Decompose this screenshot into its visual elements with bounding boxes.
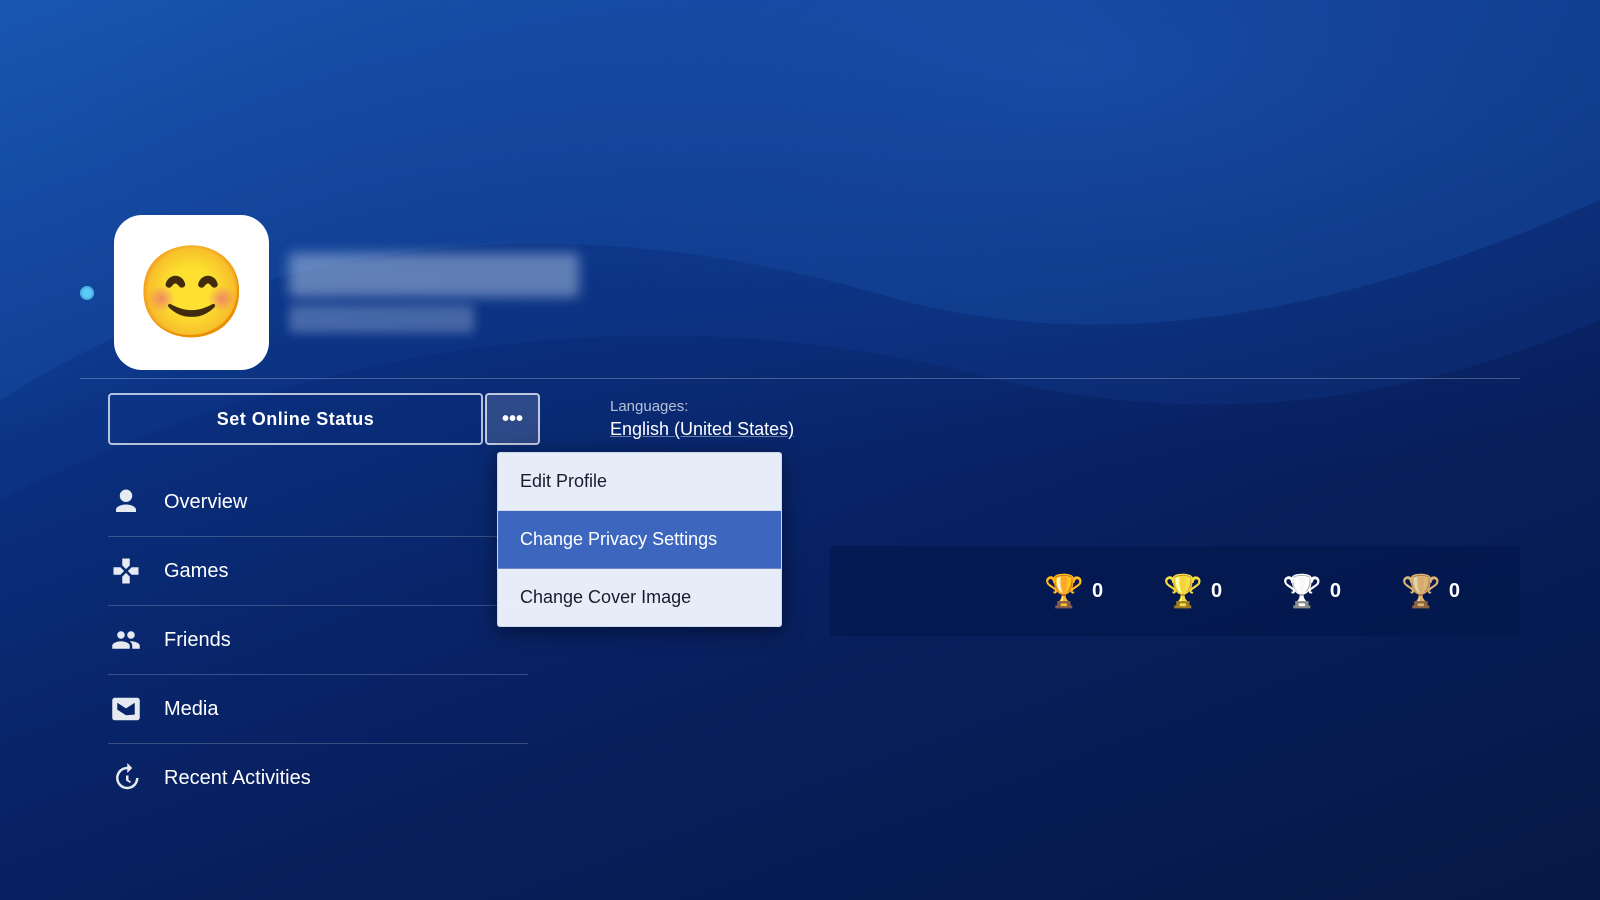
sidebar-item-recent-activities-label: Recent Activities: [164, 767, 311, 790]
psn-id-blurred: [289, 305, 474, 333]
games-icon: [108, 553, 144, 589]
languages-section: Languages: English (United States): [610, 398, 794, 440]
user-info: [289, 253, 579, 333]
friends-icon: [108, 622, 144, 658]
languages-value: English (United States): [610, 419, 794, 440]
bronze-trophy-count: 0: [1449, 580, 1460, 603]
profile-divider: [80, 378, 1520, 379]
sidebar-item-friends[interactable]: Friends: [108, 606, 528, 675]
online-status-dot: [80, 286, 94, 300]
silver-trophy-count: 0: [1330, 580, 1341, 603]
media-icon: [108, 691, 144, 727]
username-blurred: [289, 253, 579, 297]
platinum-trophy: 🏆 0: [1044, 572, 1103, 610]
sidebar-item-friends-label: Friends: [164, 629, 231, 652]
sidebar-item-games-label: Games: [164, 560, 228, 583]
action-buttons-row: Set Online Status •••: [108, 393, 540, 445]
gold-trophy-count: 0: [1211, 580, 1222, 603]
dropdown-menu: Edit Profile Change Privacy Settings Cha…: [497, 452, 782, 627]
dropdown-item-edit-profile[interactable]: Edit Profile: [498, 453, 781, 511]
gold-trophy: 🏆 0: [1163, 572, 1222, 610]
dropdown-item-change-cover-image[interactable]: Change Cover Image: [498, 569, 781, 626]
sidebar-item-overview-label: Overview: [164, 491, 247, 514]
bronze-trophy: 🏆 0: [1401, 572, 1460, 610]
avatar-section: 😊: [80, 215, 579, 370]
set-online-status-button[interactable]: Set Online Status: [108, 393, 483, 445]
platinum-trophy-count: 0: [1092, 580, 1103, 603]
main-content: 😊 Set Online Status ••• Languages: Engli…: [0, 0, 1600, 900]
more-options-button[interactable]: •••: [485, 393, 540, 445]
avatar: 😊: [114, 215, 269, 370]
gold-trophy-icon: 🏆: [1163, 572, 1203, 610]
silver-trophy-icon: 🏆: [1282, 572, 1322, 610]
platinum-trophy-icon: 🏆: [1044, 572, 1084, 610]
overview-icon: [108, 484, 144, 520]
sidebar-item-media-label: Media: [164, 698, 218, 721]
recent-activities-icon: [108, 760, 144, 796]
sidebar-item-overview[interactable]: Overview: [108, 468, 528, 537]
sidebar-item-recent-activities[interactable]: Recent Activities: [108, 744, 528, 812]
silver-trophy: 🏆 0: [1282, 572, 1341, 610]
sidebar-item-media[interactable]: Media: [108, 675, 528, 744]
sidebar-item-games[interactable]: Games: [108, 537, 528, 606]
sidebar-nav: Overview Games Friends Media Recent Acti: [108, 468, 528, 812]
languages-label: Languages:: [610, 398, 794, 415]
dropdown-item-change-privacy-settings[interactable]: Change Privacy Settings: [498, 511, 781, 569]
bronze-trophy-icon: 🏆: [1401, 572, 1441, 610]
avatar-emoji: 😊: [135, 248, 247, 338]
trophy-section: 🏆 0 🏆 0 🏆 0 🏆 0: [830, 546, 1520, 636]
